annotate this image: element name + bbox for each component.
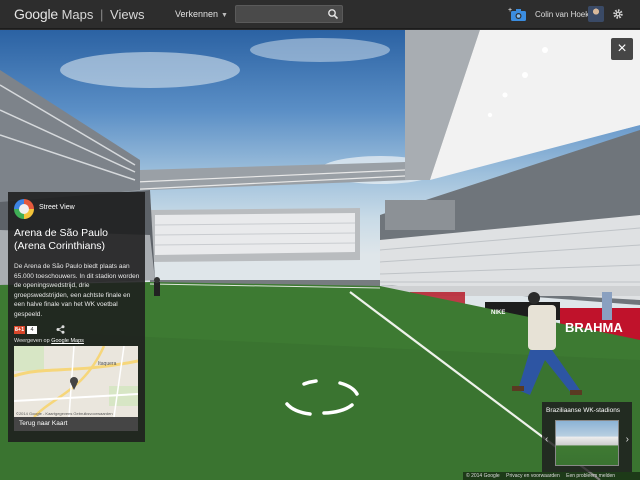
- back-to-map-button[interactable]: Terug naar Kaart: [14, 417, 138, 431]
- view-on-line: Weergeven op Google Maps: [14, 338, 84, 344]
- map-place-label: Itaquera: [98, 361, 117, 367]
- report-problem-link[interactable]: Een probleem melden: [566, 473, 615, 479]
- user-name[interactable]: Colin van Hoek: [535, 10, 589, 19]
- explore-label: Verkennen: [175, 9, 219, 19]
- place-title: Arena de São Paulo (Arena Corinthians): [14, 227, 108, 252]
- view-on-prefix: Weergeven op: [14, 338, 52, 344]
- footer: © 2014 Google Privacy en voorwaarden Een…: [463, 472, 640, 480]
- close-button[interactable]: ×: [611, 38, 633, 60]
- stadium-thumbnail[interactable]: [555, 420, 619, 466]
- brand-views: Views: [110, 7, 145, 22]
- nike-ad-text: NIKE: [491, 310, 505, 316]
- google-maps-link[interactable]: Google Maps: [51, 338, 84, 344]
- brand-google: Google: [14, 6, 58, 22]
- caret-down-icon: ▼: [221, 12, 228, 19]
- mini-map-image: [14, 346, 138, 417]
- top-bar: Google Maps | Views Verkennen ▼ + Colin v…: [0, 0, 640, 29]
- carousel-next-icon[interactable]: ›: [626, 434, 629, 445]
- copyright-text: © 2014 Google: [466, 473, 500, 479]
- street-view-label: Street View: [39, 204, 75, 211]
- navigation-ring-icon[interactable]: [282, 376, 362, 422]
- brand-maps: Maps: [61, 7, 94, 22]
- brahma-ad-text: BRAHMA: [565, 320, 623, 335]
- privacy-link[interactable]: Privacy en voorwaarden: [506, 473, 560, 479]
- stadium-carousel: Braziliaanse WK-stadions ‹ ›: [542, 402, 632, 472]
- avatar[interactable]: [588, 6, 604, 22]
- camera-plus-icon[interactable]: +: [508, 6, 528, 22]
- street-view-icon: [14, 199, 34, 219]
- map-credit: ©2014 Google - Kaartgegevens Gebruiksvoo…: [16, 411, 113, 416]
- search-box[interactable]: [235, 5, 343, 23]
- svg-text:+: +: [508, 7, 512, 14]
- explore-menu[interactable]: Verkennen ▼: [175, 9, 228, 19]
- gplus-button[interactable]: 8+1: [14, 326, 25, 334]
- search-icon[interactable]: [327, 8, 339, 20]
- brand-separator: |: [100, 7, 104, 22]
- place-info-panel: Street View Arena de São Paulo (Arena Co…: [8, 192, 145, 442]
- app-logo[interactable]: Google Maps | Views: [14, 6, 144, 22]
- gplus-count: 4: [27, 326, 37, 334]
- carousel-title: Braziliaanse WK-stadions: [546, 407, 621, 414]
- carousel-prev-icon[interactable]: ‹: [545, 434, 548, 445]
- share-icon[interactable]: [56, 325, 65, 334]
- place-description: De Arena de São Paulo biedt plaats aan 6…: [14, 263, 140, 318]
- gear-icon[interactable]: [612, 8, 624, 20]
- ad-boards: NIKE BRAHMA: [491, 310, 623, 335]
- mini-map[interactable]: Itaquera ©2014 Google - Kaartgegevens Ge…: [14, 346, 138, 417]
- search-input[interactable]: [236, 6, 326, 22]
